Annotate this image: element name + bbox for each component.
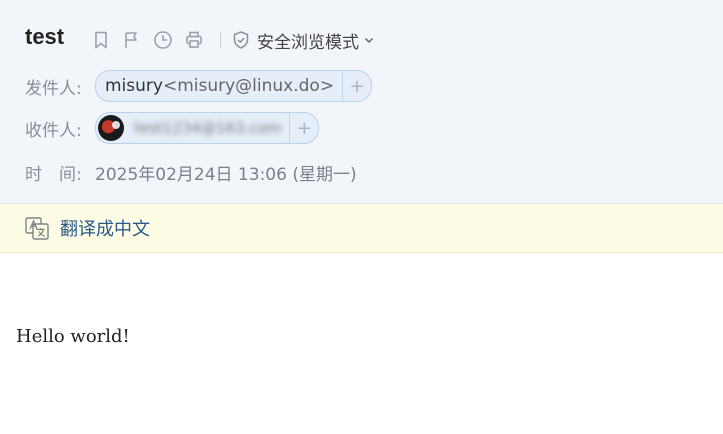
mail-header: test 安全浏览模式 发件人: misury<misury@linux.do>… [0, 0, 723, 204]
add-sender-contact-button[interactable]: + [342, 71, 371, 101]
time-row: 时 间: 2025年02月24日 13:06 (星期一) [25, 160, 357, 185]
mail-toolbar: 安全浏览模式 [90, 27, 381, 53]
mail-subject: test [25, 24, 65, 49]
time-label: 时 间: [25, 165, 82, 185]
avatar [98, 115, 124, 141]
add-recipient-contact-button[interactable]: + [289, 113, 318, 143]
chevron-down-icon [364, 37, 374, 44]
sender-name-wrap: misury<misury@linux.do> [96, 76, 342, 96]
print-icon[interactable] [183, 29, 205, 51]
to-row: 收件人: test1234@163.com + [25, 112, 320, 144]
recipient-chip[interactable]: test1234@163.com + [95, 112, 320, 144]
flag-icon[interactable] [121, 29, 143, 51]
bookmark-icon[interactable] [90, 29, 112, 51]
to-label: 收件人: [25, 120, 82, 141]
recipient-address: test1234@163.com [134, 119, 282, 137]
mail-body-text: Hello world! [16, 326, 130, 347]
from-label: 发件人: [25, 78, 82, 99]
safe-browsing-dropdown[interactable]: 安全浏览模式 [231, 28, 381, 53]
translate-icon [25, 217, 49, 240]
shield-icon [233, 31, 249, 49]
clock-icon[interactable] [152, 29, 174, 51]
sender-name: misury [105, 76, 163, 96]
sender-chip[interactable]: misury<misury@linux.do> + [95, 70, 373, 102]
sender-address: <misury@linux.do> [162, 76, 335, 96]
toolbar-divider [220, 32, 221, 48]
translate-to-chinese-link[interactable]: 翻译成中文 [60, 215, 150, 241]
translate-bar: 翻译成中文 [0, 204, 723, 253]
safe-browsing-label: 安全浏览模式 [257, 32, 359, 53]
send-time: 2025年02月24日 13:06 (星期一) [95, 165, 357, 185]
from-row: 发件人: misury<misury@linux.do> + [25, 70, 373, 102]
